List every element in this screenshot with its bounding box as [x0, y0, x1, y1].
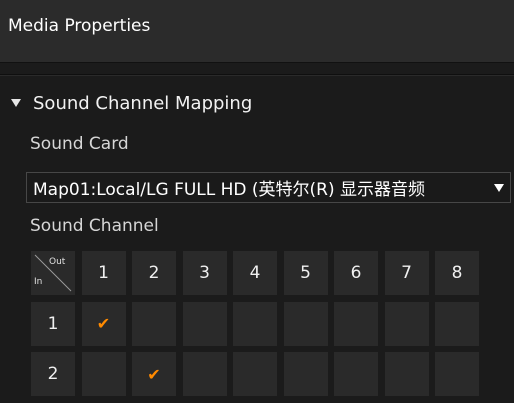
out-channel-header-7: 7 [384, 251, 429, 295]
mapping-cell-in1-out4[interactable] [233, 301, 277, 346]
sound-card-select[interactable]: Map01:Local/LG FULL HD (英特尔(R) 显示器音频 [26, 172, 511, 203]
mapping-cell-in1-out3[interactable] [182, 301, 227, 346]
in-channel-header-1: 1 [31, 301, 75, 346]
mapping-cell-in1-out8[interactable] [435, 301, 479, 346]
section-header-sound-channel-mapping[interactable]: Sound Channel Mapping [0, 86, 514, 120]
mapping-cell-in2-out1[interactable] [81, 352, 126, 396]
mapping-cell-in1-out7[interactable] [384, 301, 429, 346]
out-channel-header-6: 6 [334, 251, 378, 295]
mapping-cell-in2-out4[interactable] [233, 352, 277, 396]
section-divider [0, 74, 514, 75]
mapping-cell-in2-out8[interactable] [435, 352, 479, 396]
sound-card-selected-value: Map01:Local/LG FULL HD (英特尔(R) 显示器音频 [33, 180, 426, 200]
panel-title: Media Properties [8, 16, 151, 36]
out-channel-header-4: 4 [233, 251, 277, 295]
mapping-cell-in2-out2[interactable]: ✔ [132, 352, 176, 396]
mapping-cell-in1-out6[interactable] [334, 301, 378, 346]
out-channel-header-2: 2 [132, 251, 176, 295]
mapping-cell-in1-out2[interactable] [132, 301, 176, 346]
collapse-triangle-icon[interactable] [11, 99, 21, 107]
out-channel-header-1: 1 [81, 251, 126, 295]
mapping-cell-in1-out1[interactable]: ✔ [81, 301, 126, 346]
sound-channel-label: Sound Channel [30, 216, 159, 236]
checkmark-icon: ✔ [147, 364, 161, 384]
matrix-corner-cell: Out In [31, 251, 75, 295]
out-channel-header-5: 5 [283, 251, 328, 295]
sound-card-label: Sound Card [30, 134, 129, 154]
dropdown-caret-icon[interactable] [494, 183, 504, 192]
corner-out-label: Out [49, 257, 66, 267]
mapping-cell-in2-out7[interactable] [384, 352, 429, 396]
out-channel-header-8: 8 [435, 251, 479, 295]
corner-in-label: In [34, 277, 43, 287]
checkmark-icon: ✔ [96, 314, 111, 333]
panel-header: Media Properties [0, 0, 514, 63]
mapping-cell-in2-out3[interactable] [182, 352, 227, 396]
mapping-cell-in2-out6[interactable] [334, 352, 378, 396]
out-channel-header-3: 3 [182, 251, 227, 295]
in-channel-header-2: 2 [31, 352, 75, 396]
mapping-cell-in1-out5[interactable] [283, 301, 328, 346]
mapping-cell-in2-out5[interactable] [283, 352, 328, 396]
section-title: Sound Channel Mapping [33, 92, 253, 114]
